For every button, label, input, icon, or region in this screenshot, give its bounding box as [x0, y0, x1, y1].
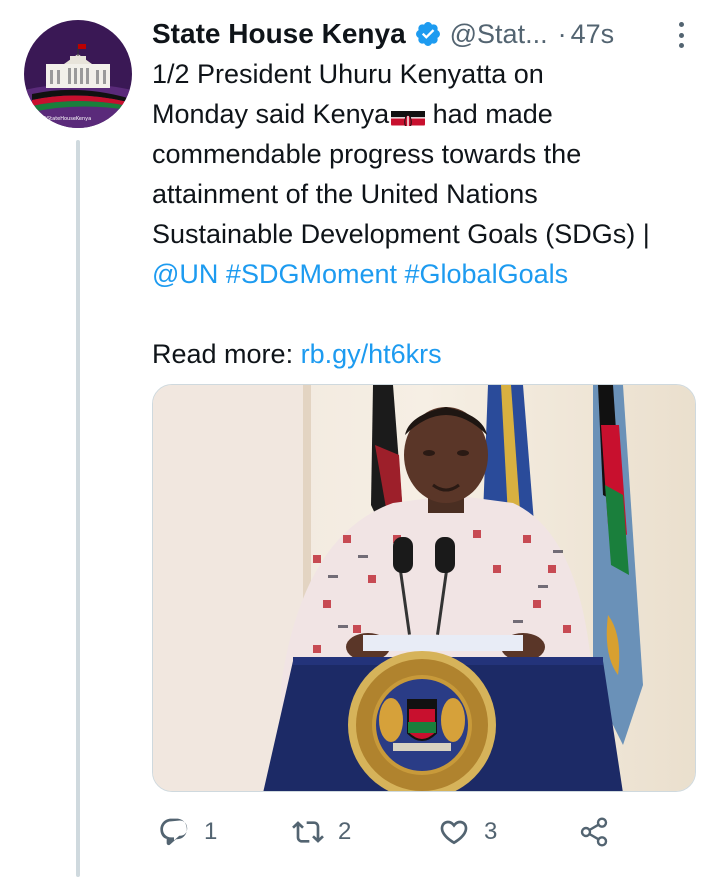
reply-icon [160, 818, 188, 846]
share-button[interactable] [578, 810, 610, 854]
retweet-icon [292, 821, 324, 843]
separator-dot: · [557, 18, 567, 49]
tweet-text: 1/2 President Uhuru Kenyatta on Monday s… [152, 54, 692, 294]
reply-button[interactable]: 1 [158, 810, 217, 854]
tweet-line: attainment of the United Nations [152, 179, 538, 209]
tweet-header: State House Kenya @Stat... · 47s [152, 14, 692, 54]
retweet-button[interactable]: 2 [292, 810, 351, 854]
like-count: 3 [484, 818, 498, 845]
tweet-actions: 1 2 3 [152, 810, 692, 854]
tweet-tags-line: @UN #SDGMoment #GlobalGoals [152, 254, 692, 294]
mention-link[interactable]: @UN [152, 259, 218, 289]
verified-badge-icon [415, 22, 440, 46]
tweet-line: Monday said Kenya had made [152, 94, 692, 134]
photo-president-speaking [153, 385, 695, 791]
like-button[interactable]: 3 [438, 810, 497, 854]
heart-icon [440, 820, 468, 845]
tweet-photo[interactable] [152, 384, 696, 792]
user-handle[interactable]: @Stat... [450, 19, 548, 50]
read-more-label: Read more: [152, 339, 294, 369]
hashtag-link[interactable]: #SDGMoment [226, 259, 397, 289]
tweet-line-part: Monday said Kenya [152, 99, 390, 129]
tweet-line-part: had made [425, 99, 553, 129]
hashtag-link[interactable]: #GlobalGoals [405, 259, 569, 289]
tweet-line: commendable progress towards the [152, 139, 582, 169]
share-icon [580, 817, 608, 847]
display-name[interactable]: State House Kenya [152, 18, 406, 50]
tweet[interactable]: @StateHouseKenya State House Kenya @Stat… [0, 0, 720, 877]
avatar[interactable]: @StateHouseKenya [24, 20, 132, 128]
timestamp[interactable]: 47s [571, 19, 615, 50]
read-more-line: Read more: rb.gy/ht6krs [152, 334, 442, 374]
thread-line [76, 140, 80, 877]
avatar-image: @StateHouseKenya [24, 20, 132, 128]
read-more-link[interactable]: rb.gy/ht6krs [301, 339, 442, 369]
more-options-icon[interactable] [670, 18, 692, 52]
avatar-caption: @StateHouseKenya [42, 116, 91, 122]
retweet-count: 2 [338, 818, 352, 845]
tweet-line: 1/2 President Uhuru Kenyatta on [152, 59, 544, 89]
tweet-line: Sustainable Development Goals (SDGs) | [152, 219, 650, 249]
kenya-flag-emoji-icon [391, 104, 426, 126]
reply-count: 1 [204, 818, 218, 845]
